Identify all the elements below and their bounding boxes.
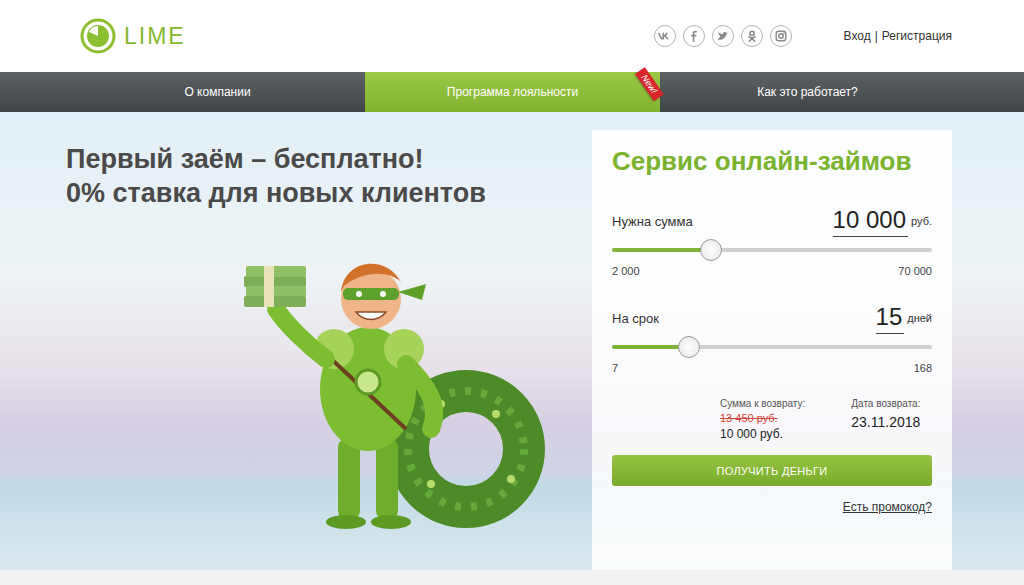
facebook-icon — [687, 29, 701, 43]
promo-link[interactable]: Есть промокод? — [843, 500, 932, 514]
social-link[interactable] — [712, 25, 734, 47]
slider-min: 7 — [612, 362, 618, 374]
hero: Первый заём – бесплатно!0% ставка для но… — [0, 112, 1024, 570]
slider-fill — [612, 248, 711, 252]
slider-head: Нужна сумма 10 000 руб. — [612, 204, 932, 238]
odnoklassniki-icon — [745, 29, 759, 43]
slider-max: 70 000 — [898, 265, 932, 277]
auth-separator: | — [875, 29, 878, 43]
slider-block: На срок 15 дней 7 168 — [612, 301, 932, 374]
social-links — [654, 25, 792, 47]
social-link[interactable] — [654, 25, 676, 47]
promo-row: Есть промокод? — [612, 500, 932, 514]
slider-unit: дней — [907, 312, 932, 334]
slider-range: 7 168 — [612, 362, 932, 374]
calculator-title: Сервис онлайн-займов — [612, 144, 932, 178]
header-right: Вход | Регистрация — [654, 25, 952, 47]
return-date-value: 23.11.2018 — [851, 414, 920, 430]
register-link[interactable]: Регистрация — [882, 29, 952, 43]
logo-text: LIME — [124, 23, 186, 50]
slider-track[interactable] — [612, 248, 932, 252]
repayment-label: Сумма к возврату: — [720, 398, 805, 409]
hero-left: Первый заём – бесплатно!0% ставка для но… — [66, 130, 592, 570]
slider-value-input[interactable]: 15 — [876, 303, 905, 334]
slider-head: На срок 15 дней — [612, 301, 932, 335]
repayment: Сумма к возврату: 13 450 руб. 10 000 руб. — [720, 398, 805, 441]
slider-knob[interactable] — [678, 336, 700, 358]
repayment-amount: 10 000 руб. — [720, 427, 805, 441]
loan-calculator: Сервис онлайн-займов Нужна сумма 10 000 … — [592, 130, 952, 570]
nav-label: Программа лояльности — [447, 85, 578, 99]
slider-range: 2 000 70 000 — [612, 265, 932, 277]
nav-label: Как это работает? — [757, 85, 858, 99]
slider-label: На срок — [612, 311, 659, 326]
get-money-button[interactable]: ПОЛУЧИТЬ ДЕНЬГИ — [612, 455, 932, 486]
slider-min: 2 000 — [612, 265, 640, 277]
return-date-label: Дата возврата: — [851, 398, 920, 409]
nav-label: О компании — [184, 85, 250, 99]
repayment-amount: 13 450 руб. — [720, 412, 805, 424]
social-link[interactable] — [741, 25, 763, 47]
slider-block: Нужна сумма 10 000 руб. 2 000 70 000 — [612, 204, 932, 277]
slider-max: 168 — [914, 362, 932, 374]
slider-value: 15 дней — [876, 303, 932, 334]
logo[interactable]: LIME — [80, 18, 186, 54]
slider-unit: руб. — [911, 215, 932, 237]
hero-title-line: 0% ставка для новых клиентов — [66, 176, 592, 210]
nav-item[interactable]: Программа лояльности New! — [365, 72, 660, 112]
social-link[interactable] — [770, 25, 792, 47]
slider-value: 10 000 руб. — [833, 206, 932, 237]
header: LIME Вход | Регистрация — [0, 0, 1024, 72]
slider-label: Нужна сумма — [612, 214, 693, 229]
slider-value-input[interactable]: 10 000 — [833, 206, 908, 237]
lime-logo-icon — [80, 18, 116, 54]
slider-knob[interactable] — [700, 239, 722, 261]
auth-links: Вход | Регистрация — [844, 29, 952, 43]
twitter-icon — [716, 29, 730, 43]
nav-item[interactable]: Как это работает? — [660, 72, 955, 112]
login-link[interactable]: Вход — [844, 29, 871, 43]
social-link[interactable] — [683, 25, 705, 47]
page: LIME Вход | Регистрация О компании Прогр… — [0, 0, 1024, 585]
vk-icon — [658, 29, 672, 43]
hero-title: Первый заём – бесплатно!0% ставка для но… — [66, 142, 592, 210]
instagram-icon — [774, 29, 788, 43]
main-nav: О компании Программа лояльности New! Как … — [0, 72, 1024, 112]
return-date: Дата возврата: 23.11.2018 — [851, 398, 920, 441]
summary: Сумма к возврату: 13 450 руб. 10 000 руб.… — [720, 398, 932, 441]
nav-item[interactable]: О компании — [70, 72, 365, 112]
superhero-mascot-icon — [226, 214, 556, 534]
slider-track[interactable] — [612, 345, 932, 349]
hero-title-line: Первый заём – бесплатно! — [66, 142, 592, 176]
bottom-strip — [0, 570, 1024, 585]
new-badge: New! — [636, 67, 664, 101]
